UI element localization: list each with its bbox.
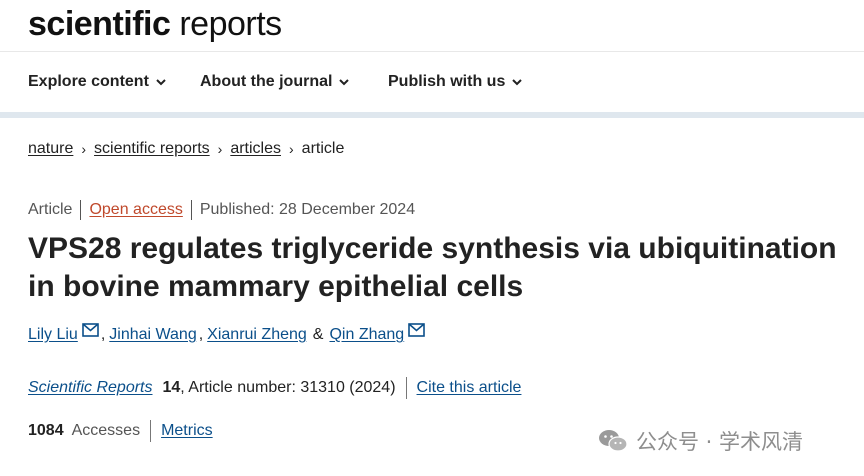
nav-explore-content[interactable]: Explore content [28, 73, 167, 91]
mail-icon[interactable] [82, 323, 99, 337]
author-link[interactable]: Qin Zhang [329, 326, 404, 344]
breadcrumb-articles[interactable]: articles [230, 140, 281, 158]
nav-label: Explore content [28, 73, 149, 90]
meta-divider [80, 200, 82, 220]
logo-light-text: reports [170, 5, 282, 43]
breadcrumb-current: article [301, 140, 345, 157]
article-title: VPS28 regulates triglyceride synthesis v… [28, 232, 837, 303]
watermark: 公众号 · 学术风清 [598, 426, 803, 456]
meta-divider [190, 200, 192, 220]
chevron-down-icon [156, 79, 166, 86]
watermark-text: 公众号 · 学术风清 [636, 430, 804, 454]
masthead: scientific reports [0, 0, 864, 52]
nav-label: About the journal [200, 73, 333, 90]
breadcrumb-nature[interactable]: nature [28, 140, 73, 158]
author-link[interactable]: Lily Liu [28, 326, 78, 344]
breadcrumb-separator: › [217, 141, 223, 157]
accesses-count: 1084 [28, 422, 64, 439]
citation-divider [405, 377, 407, 399]
mail-icon[interactable] [408, 323, 425, 337]
nav-about-journal[interactable]: About the journal [200, 73, 350, 91]
nav-publish-with-us[interactable]: Publish with us [388, 73, 523, 91]
nav-label: Publish with us [388, 73, 506, 90]
metrics-link[interactable]: Metrics [161, 422, 213, 440]
article-meta: Article Open access Published: 28 Decemb… [28, 200, 415, 220]
breadcrumb-separator: › [81, 141, 87, 157]
stats-divider [150, 420, 152, 442]
author-link[interactable]: Jinhai Wang [109, 326, 196, 344]
main-nav: Explore content About the journal Publis… [0, 53, 864, 113]
accesses-label: Accesses [71, 422, 141, 439]
published-date: Published: 28 December 2024 [199, 201, 416, 218]
chevron-down-icon [512, 79, 523, 86]
citation-line: Scientific Reports 14 , Article number: … [28, 377, 521, 399]
access-stats: 1084 Accesses Metrics [28, 420, 213, 442]
breadcrumb: nature › scientific reports › articles ›… [28, 140, 344, 158]
author-ampersand: & [312, 326, 324, 343]
author-separator: , [198, 326, 204, 343]
logo-bold-text: scientific [28, 5, 171, 43]
cite-this-article-link[interactable]: Cite this article [417, 379, 522, 397]
author-separator: , [100, 326, 106, 343]
volume-number: 14 [162, 379, 181, 396]
journal-logo[interactable]: scientific reports [28, 4, 282, 44]
breadcrumb-separator: › [289, 141, 294, 157]
author-list: Lily Liu , Jinhai Wang , Xianrui Zheng &… [28, 323, 425, 344]
journal-link[interactable]: Scientific Reports [28, 379, 153, 397]
wechat-icon [599, 430, 628, 452]
article-number: , Article number: 31310 (2024) [180, 379, 396, 396]
nav-divider [0, 112, 864, 118]
article-type: Article [28, 201, 73, 218]
chevron-down-icon [339, 79, 350, 86]
open-access-link[interactable]: Open access [89, 201, 182, 219]
breadcrumb-scientific-reports[interactable]: scientific reports [94, 140, 210, 158]
author-link[interactable]: Xianrui Zheng [207, 326, 307, 344]
